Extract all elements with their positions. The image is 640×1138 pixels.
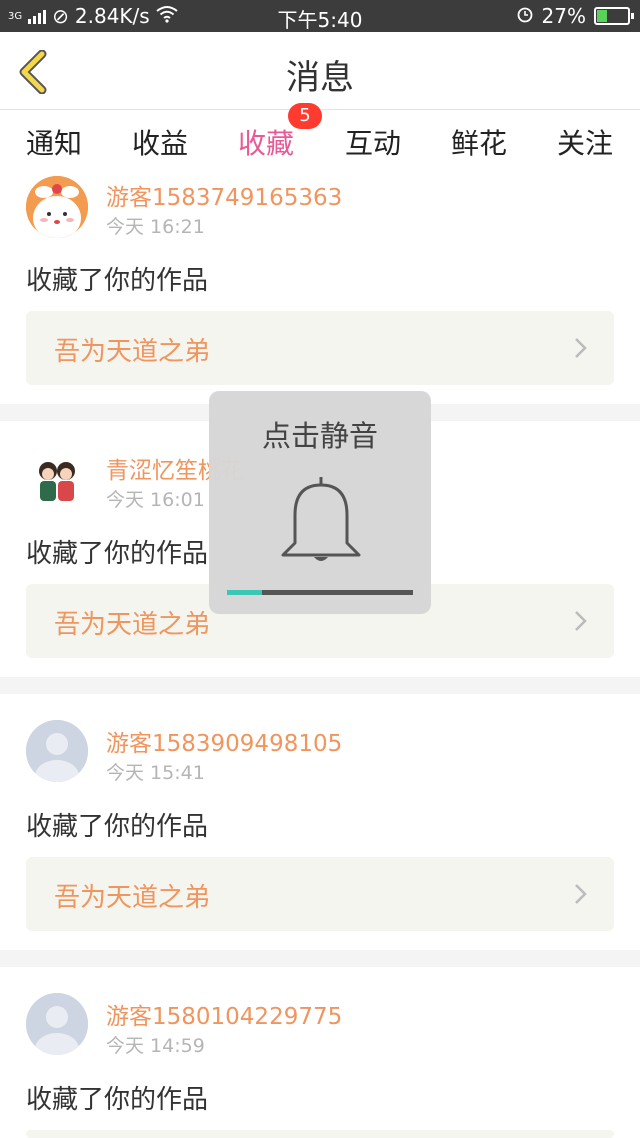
mute-label: 点击静音 — [261, 419, 378, 453]
mute-toast[interactable]: 点击静音 — [209, 391, 431, 614]
message-text: 收藏了你的作品 — [26, 266, 209, 296]
work-title: 吾为天道之弟 — [54, 337, 211, 367]
page-title: 消息 — [286, 58, 354, 98]
message-time: 今天 16:01 — [106, 489, 205, 511]
nav-bar: 消息 — [0, 32, 640, 110]
tab-interactions[interactable]: 互动 — [333, 122, 413, 162]
tab-favorites[interactable]: 收藏 — [226, 122, 306, 180]
status-bar: 3G ⊘ 2.84K/s 下午5:40 27% — [0, 0, 640, 32]
battery-percent: 27% — [541, 4, 586, 28]
message-card: 游客1583909498105 今天 15:41 收藏了你的作品 吾为天道之弟 — [0, 694, 640, 950]
bell-icon — [281, 477, 361, 561]
avatar[interactable] — [26, 993, 88, 1055]
volume-bar[interactable] — [227, 590, 413, 595]
work-title: 吾为天道之弟 — [54, 883, 211, 913]
user-name[interactable]: 游客1580104229775 — [106, 997, 342, 1031]
couple-avatar-icon — [26, 449, 88, 511]
message-card: 游客1580104229775 今天 14:59 收藏了你的作品 — [0, 967, 640, 1138]
battery-icon — [594, 7, 634, 25]
message-text: 收藏了你的作品 — [26, 539, 209, 569]
tab-flowers[interactable]: 鲜花 — [439, 122, 519, 162]
message-time: 今天 16:21 — [106, 216, 205, 238]
avatar[interactable] — [26, 176, 88, 238]
tab-notifications[interactable]: 通知 — [14, 122, 94, 162]
message-card: 游客1583749165363 今天 16:21 收藏了你的作品 吾为天道之弟 — [0, 172, 640, 404]
message-time: 今天 14:59 — [106, 1035, 205, 1057]
tab-earnings[interactable]: 收益 — [120, 122, 200, 162]
work-title: 吾为天道之弟 — [54, 610, 211, 640]
user-name[interactable]: 游客1583749165363 — [106, 178, 342, 212]
default-avatar-icon — [26, 720, 88, 782]
chevron-right-icon — [575, 338, 587, 358]
user-name[interactable]: 游客1583909498105 — [106, 724, 342, 758]
tab-following[interactable]: 关注 — [545, 122, 625, 162]
message-time: 今天 15:41 — [106, 762, 205, 784]
chevron-right-icon — [575, 611, 587, 631]
bunny-avatar-icon — [26, 176, 88, 238]
volume-bar-fill — [227, 590, 263, 595]
message-text: 收藏了你的作品 — [26, 1085, 209, 1115]
message-text: 收藏了你的作品 — [26, 812, 209, 842]
work-link[interactable]: 吾为天道之弟 — [26, 857, 614, 931]
avatar[interactable] — [26, 449, 88, 511]
chevron-right-icon — [575, 884, 587, 904]
alarm-icon — [516, 4, 534, 28]
unread-badge: 5 — [288, 103, 322, 129]
default-avatar-icon — [26, 993, 88, 1055]
avatar[interactable] — [26, 720, 88, 782]
tab-favorites-label: 收藏 — [237, 127, 294, 160]
work-link[interactable] — [26, 1130, 614, 1138]
work-link[interactable]: 吾为天道之弟 — [26, 311, 614, 385]
status-right: 27% — [516, 4, 634, 28]
